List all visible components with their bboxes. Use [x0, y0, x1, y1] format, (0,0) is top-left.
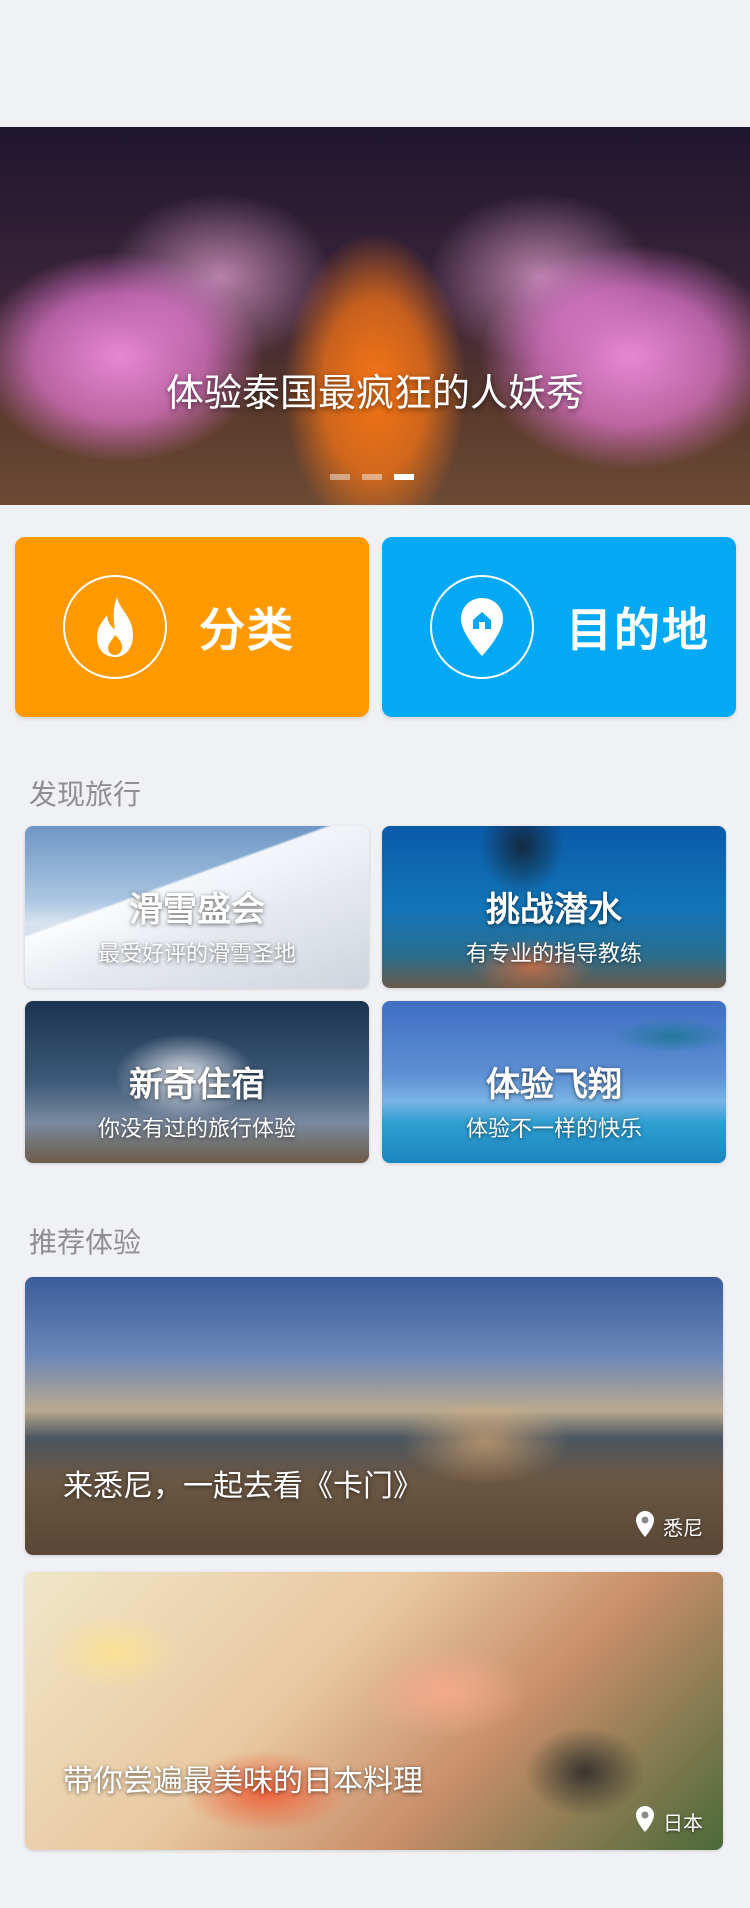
flame-icon [63, 575, 167, 679]
recommend-card-sydney[interactable]: 来悉尼，一起去看《卡门》 悉尼 [25, 1277, 723, 1555]
location-tag: 日本 [635, 1805, 703, 1838]
card-subtitle: 你没有过的旅行体验 [97, 1117, 296, 1142]
banner-caption: 体验泰国最疯狂的人妖秀 [165, 371, 584, 415]
card-title: 挑战潜水 [486, 890, 622, 930]
recommend-title: 来悉尼，一起去看《卡门》 [63, 1469, 423, 1504]
category-button[interactable]: 分类 [15, 537, 369, 717]
card-subtitle: 体验不一样的快乐 [465, 1117, 642, 1142]
card-subtitle: 最受好评的滑雪圣地 [97, 942, 296, 967]
card-title: 新奇住宿 [129, 1065, 265, 1105]
discover-card-diving[interactable]: 挑战潜水 有专业的指导教练 [382, 826, 726, 988]
recommend-title: 带你尝遍最美味的日本料理 [63, 1764, 423, 1799]
pagination-dot[interactable] [330, 474, 350, 480]
location-pin-icon [430, 575, 534, 679]
card-title: 体验飞翔 [486, 1065, 622, 1105]
hero-banner[interactable]: 体验泰国最疯狂的人妖秀 [0, 127, 750, 505]
pagination-dot-active[interactable] [394, 474, 414, 480]
category-label: 分类 [199, 603, 295, 657]
location-pin-icon [635, 1510, 655, 1543]
pagination-dot[interactable] [362, 474, 382, 480]
destination-button[interactable]: 目的地 [382, 537, 736, 717]
location-label: 悉尼 [663, 1516, 703, 1540]
discover-card-lodging[interactable]: 新奇住宿 你没有过的旅行体验 [25, 1001, 369, 1163]
card-title: 滑雪盛会 [129, 890, 265, 930]
card-subtitle: 有专业的指导教练 [465, 942, 642, 967]
banner-pagination [330, 474, 414, 480]
discover-card-flying[interactable]: 体验飞翔 体验不一样的快乐 [382, 1001, 726, 1163]
location-tag: 悉尼 [635, 1510, 703, 1543]
discover-section-title: 发现旅行 [29, 778, 142, 811]
location-label: 日本 [663, 1811, 703, 1835]
location-pin-icon [635, 1805, 655, 1838]
destination-label: 目的地 [566, 603, 710, 657]
recommend-card-japan[interactable]: 带你尝遍最美味的日本料理 日本 [25, 1572, 723, 1850]
recommend-section-title: 推荐体验 [29, 1226, 142, 1259]
discover-card-ski[interactable]: 滑雪盛会 最受好评的滑雪圣地 [25, 826, 369, 988]
